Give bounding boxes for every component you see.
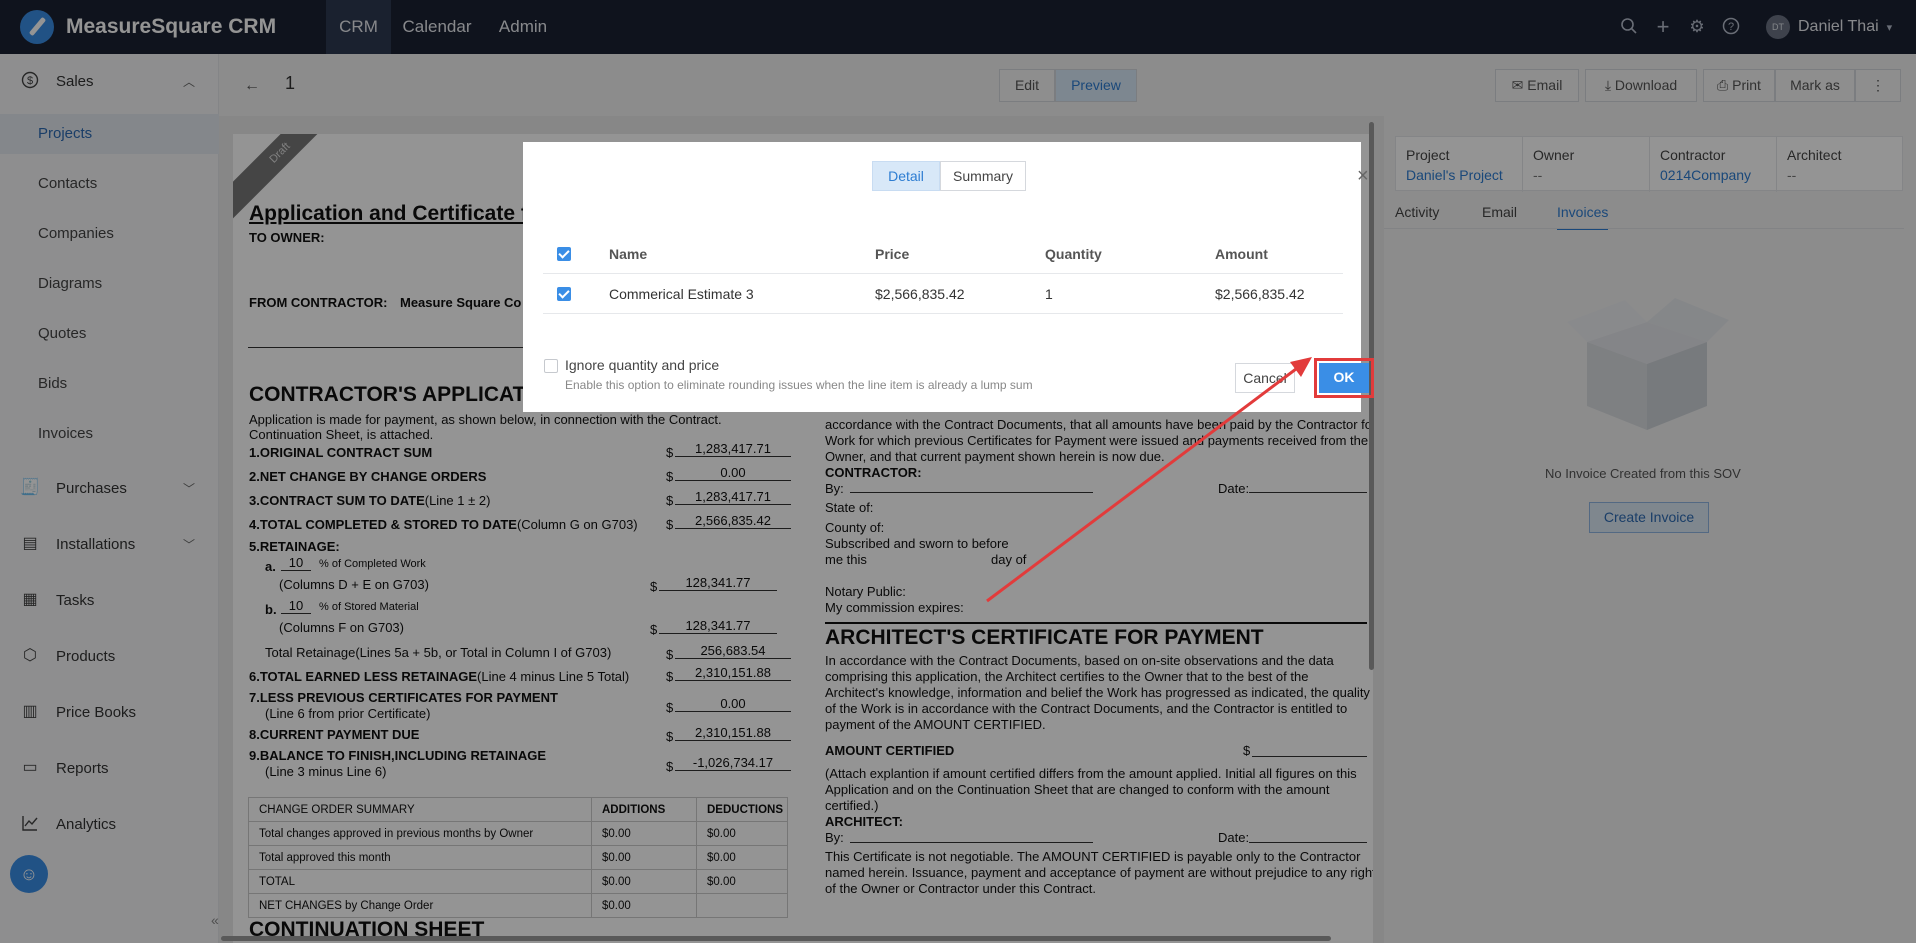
- annotation-arrow: [986, 357, 1312, 603]
